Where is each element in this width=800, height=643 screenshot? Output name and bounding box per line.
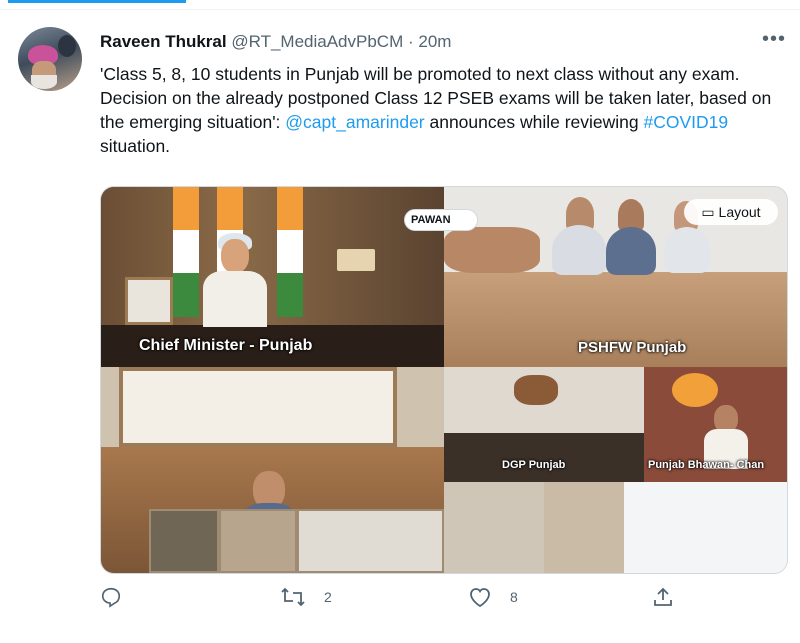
tile-caption: DGP Punjab [502,459,566,471]
tile-caption: Chief Minister - Punjab [139,337,313,354]
video-tile-punjab-bhawan: Punjab Bhawan- Chan [644,367,787,482]
reply-button[interactable] [100,586,122,613]
tweet-time[interactable]: 20m [418,32,451,51]
tweet-text-part: situation. [100,136,171,156]
layout-icon: ▭ [701,204,715,220]
participant-thumbnail-strip [149,509,444,573]
tweet-action-bar: 2 8 [100,586,672,616]
video-tile-chief-minister: Chief Minister - Punjab [101,187,444,367]
video-tile-dgp: DGP Punjab [444,367,644,482]
video-tile-pshfw: ▭ Layout PSHFW Punjab [444,187,787,367]
share-button[interactable] [652,586,674,613]
top-divider [0,0,800,10]
tweet-header: Raveen Thukral @RT_MediaAdvPbCM · 20m [100,32,451,52]
video-tile-row [444,482,787,573]
heart-icon [470,588,490,608]
share-icon [654,587,672,606]
participant-badge: PAWAN [404,209,478,231]
badge-label: PAWAN [411,214,451,226]
avatar[interactable] [18,27,82,91]
mention-link[interactable]: @capt_amarinder [285,112,424,132]
tweet-media[interactable]: Chief Minister - Punjab ▭ Layout PSHFW P… [100,186,788,574]
author-handle[interactable]: @RT_MediaAdvPbCM [231,32,403,51]
author-name[interactable]: Raveen Thukral [100,32,227,51]
tile-caption: PSHFW Punjab [578,339,687,356]
retweet-icon [281,587,305,607]
divider-line [0,9,800,10]
tweet-text: 'Class 5, 8, 10 students in Punjab will … [100,62,790,158]
like-count: 8 [510,589,518,605]
separator-dot: · [407,32,414,51]
tweet-text-part: announces while reviewing [424,112,644,132]
layout-label: Layout [718,204,761,220]
more-horizontal-icon[interactable]: ••• [762,28,786,51]
retweet-count: 2 [324,589,332,605]
hashtag-link[interactable]: #COVID19 [644,112,729,132]
active-tab-indicator [8,0,186,3]
like-button[interactable]: 8 [468,586,518,613]
reply-icon [101,587,121,608]
retweet-button[interactable]: 2 [280,586,332,613]
tile-caption: Punjab Bhawan- Chan [648,459,765,471]
layout-button[interactable]: ▭ Layout [684,199,778,225]
